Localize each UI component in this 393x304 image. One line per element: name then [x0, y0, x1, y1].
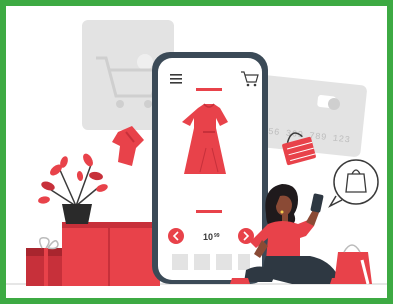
speech-bubble — [328, 159, 379, 208]
potted-plant — [38, 153, 108, 224]
floor-shopping-bag — [334, 244, 372, 285]
thumbnail[interactable] — [172, 254, 188, 270]
product-top-bar — [196, 88, 222, 91]
thumbnail[interactable] — [216, 254, 232, 270]
thumbnail[interactable] — [194, 254, 210, 270]
chevron-left-icon[interactable] — [168, 228, 184, 244]
held-phone — [310, 193, 324, 213]
illustration-frame: 56 369 789 123 1099 — [0, 0, 393, 304]
floating-shirt — [112, 126, 144, 166]
product-bottom-bar — [196, 210, 222, 213]
gift-boxes — [26, 222, 160, 286]
online-shopping-illustration: 56 369 789 123 1099 — [6, 20, 387, 286]
thumbnail[interactable] — [238, 254, 250, 270]
hamburger-menu-icon[interactable] — [170, 74, 182, 84]
price-main: 10 — [203, 232, 213, 242]
phone: 1099 — [152, 52, 268, 284]
price-cents: 99 — [214, 233, 220, 239]
